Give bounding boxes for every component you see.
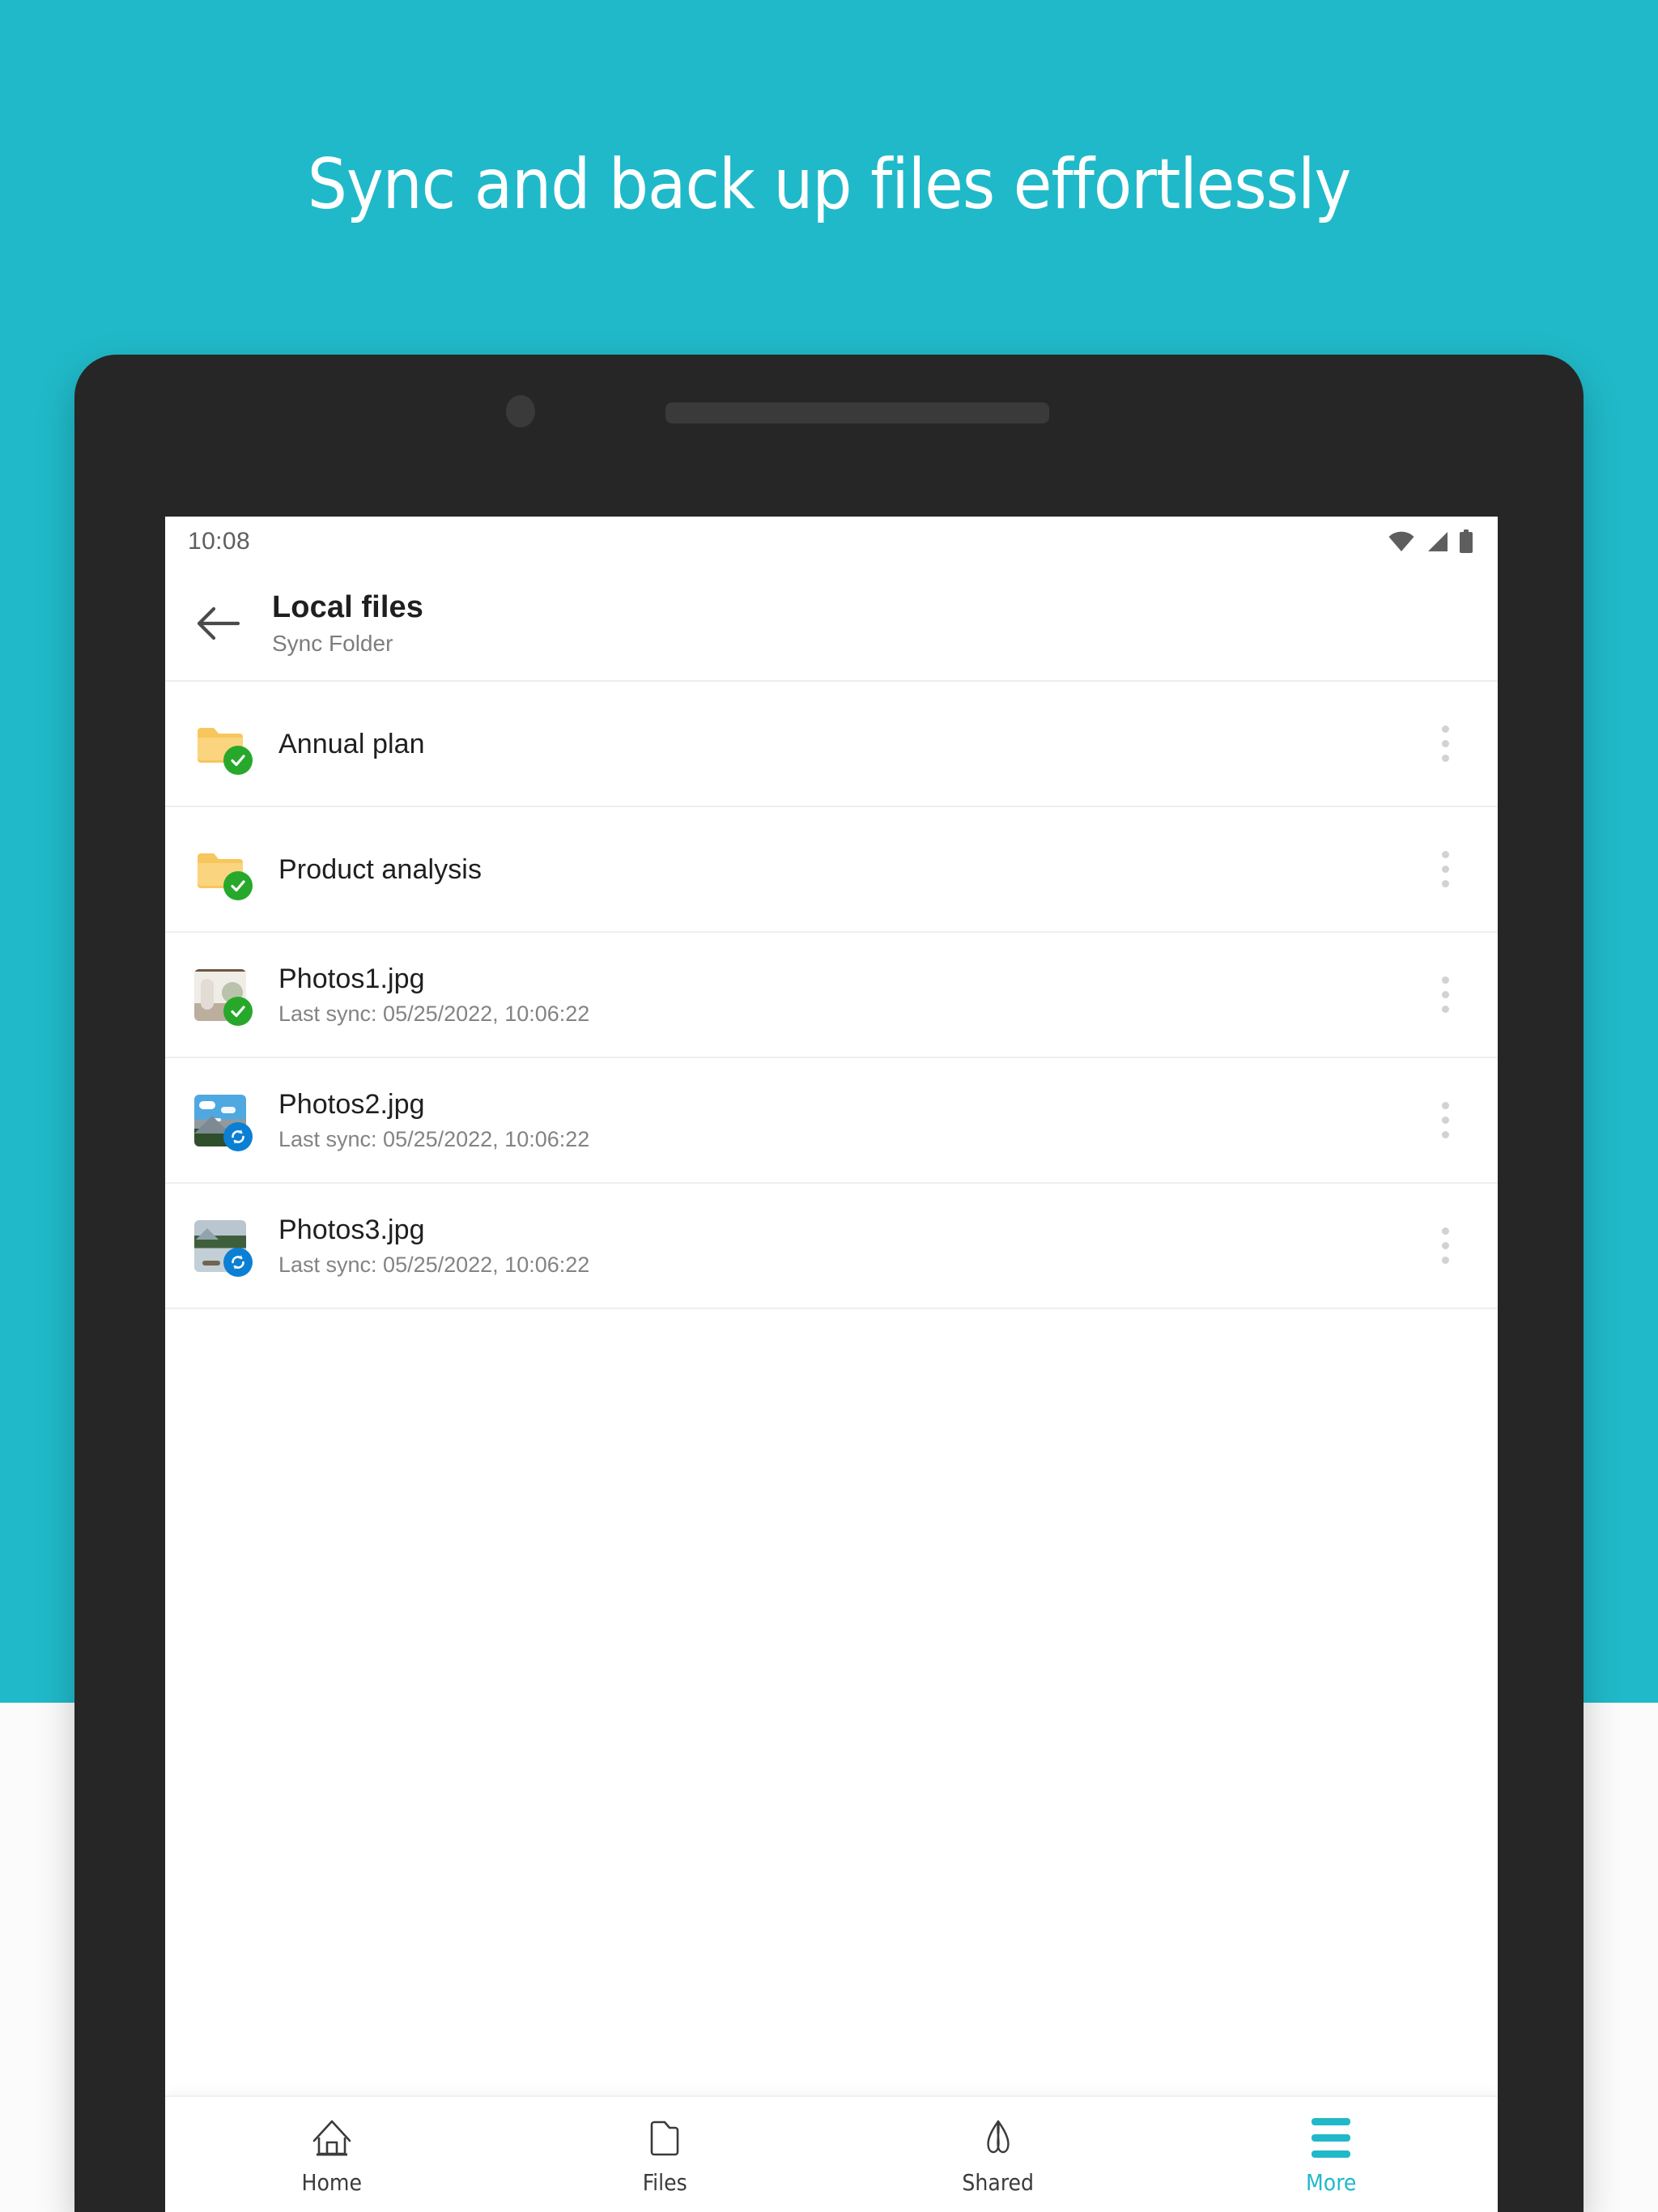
- list-item[interactable]: Annual plan: [165, 682, 1498, 807]
- nav-label-home: Home: [301, 2169, 362, 2196]
- back-button[interactable]: [186, 592, 249, 655]
- file-name: Photos2.jpg: [278, 1088, 425, 1120]
- more-vertical-icon[interactable]: [1417, 1207, 1473, 1285]
- sync-icon: [232, 1129, 244, 1144]
- check-badge: [223, 870, 253, 900]
- row-icon: [194, 968, 253, 1026]
- nav-label-files: Files: [642, 2169, 687, 2196]
- nav-item-shared[interactable]: Shared: [831, 2097, 1165, 2212]
- file-sync-time: Last sync: 05/25/2022, 10:06:22: [278, 1126, 590, 1151]
- menu-icon: [1312, 2115, 1351, 2160]
- promo-headline: Sync and back up files effortlessly: [307, 144, 1352, 225]
- check-badge: [223, 996, 253, 1026]
- check-icon: [231, 1005, 245, 1017]
- shared-icon: [977, 2115, 1019, 2160]
- sync-icon: [232, 1254, 244, 1270]
- file-name: Product analysis: [278, 853, 483, 885]
- nav-item-home[interactable]: Home: [165, 2097, 499, 2212]
- page-title: Local files: [272, 590, 423, 624]
- row-text-block: Product analysis: [278, 853, 1417, 887]
- list-item[interactable]: Photos1.jpg Last sync: 05/25/2022, 10:06…: [165, 933, 1498, 1058]
- app-bar-text-block: Local files Sync Folder: [272, 589, 423, 658]
- row-icon: [194, 1094, 253, 1151]
- row-icon: [194, 1219, 253, 1277]
- status-bar-icons: [1388, 530, 1473, 554]
- cellular-signal-icon: [1428, 532, 1448, 551]
- check-icon: [231, 879, 245, 891]
- status-bar-time: 10:08: [188, 528, 251, 555]
- file-name: Photos3.jpg: [278, 1214, 425, 1245]
- row-text-block: Photos3.jpg Last sync: 05/25/2022, 10:06…: [278, 1213, 1417, 1279]
- nav-item-files[interactable]: Files: [499, 2097, 832, 2212]
- row-text-block: Photos2.jpg Last sync: 05/25/2022, 10:06…: [278, 1087, 1417, 1154]
- more-vertical-icon[interactable]: [1417, 705, 1473, 783]
- more-vertical-icon[interactable]: [1417, 831, 1473, 908]
- front-camera-icon: [506, 395, 535, 428]
- app-bar: Local files Sync Folder: [165, 567, 1498, 682]
- status-bar: 10:08: [165, 517, 1498, 567]
- arrow-left-icon: [197, 606, 240, 640]
- list-item[interactable]: Photos2.jpg Last sync: 05/25/2022, 10:06…: [165, 1058, 1498, 1184]
- file-name: Annual plan: [278, 728, 425, 759]
- list-item[interactable]: Product analysis: [165, 807, 1498, 933]
- nav-label-shared: Shared: [962, 2169, 1035, 2196]
- row-icon: [194, 844, 253, 900]
- file-list: Annual plan Product analysis Photos1.jpg…: [165, 682, 1498, 1309]
- file-sync-time: Last sync: 05/25/2022, 10:06:22: [278, 1001, 590, 1026]
- row-text-block: Photos1.jpg Last sync: 05/25/2022, 10:06…: [278, 962, 1417, 1028]
- check-badge: [223, 745, 253, 775]
- page-subtitle: Sync Folder: [272, 631, 393, 656]
- check-icon: [231, 754, 245, 766]
- file-name: Photos1.jpg: [278, 963, 425, 994]
- wifi-icon: [1388, 531, 1414, 551]
- file-sync-time: Last sync: 05/25/2022, 10:06:22: [278, 1252, 590, 1277]
- earpiece-speaker-icon: [665, 402, 1049, 423]
- list-item[interactable]: Photos3.jpg Last sync: 05/25/2022, 10:06…: [165, 1184, 1498, 1309]
- row-icon: [194, 718, 253, 775]
- home-icon: [311, 2115, 353, 2160]
- battery-icon: [1460, 530, 1473, 553]
- more-vertical-icon[interactable]: [1417, 1082, 1473, 1159]
- folder-icon: [647, 2115, 682, 2160]
- phone-screen: 10:08 Local files Sync Folder Annual pla…: [165, 517, 1498, 2212]
- nav-item-more[interactable]: More: [1165, 2097, 1499, 2212]
- sync-badge: [223, 1247, 253, 1277]
- nav-label-more: More: [1306, 2169, 1357, 2196]
- more-vertical-icon[interactable]: [1417, 956, 1473, 1034]
- sync-badge: [223, 1121, 253, 1151]
- bottom-navigation-bar: Home Files Shared More: [165, 2095, 1498, 2212]
- row-text-block: Annual plan: [278, 727, 1417, 761]
